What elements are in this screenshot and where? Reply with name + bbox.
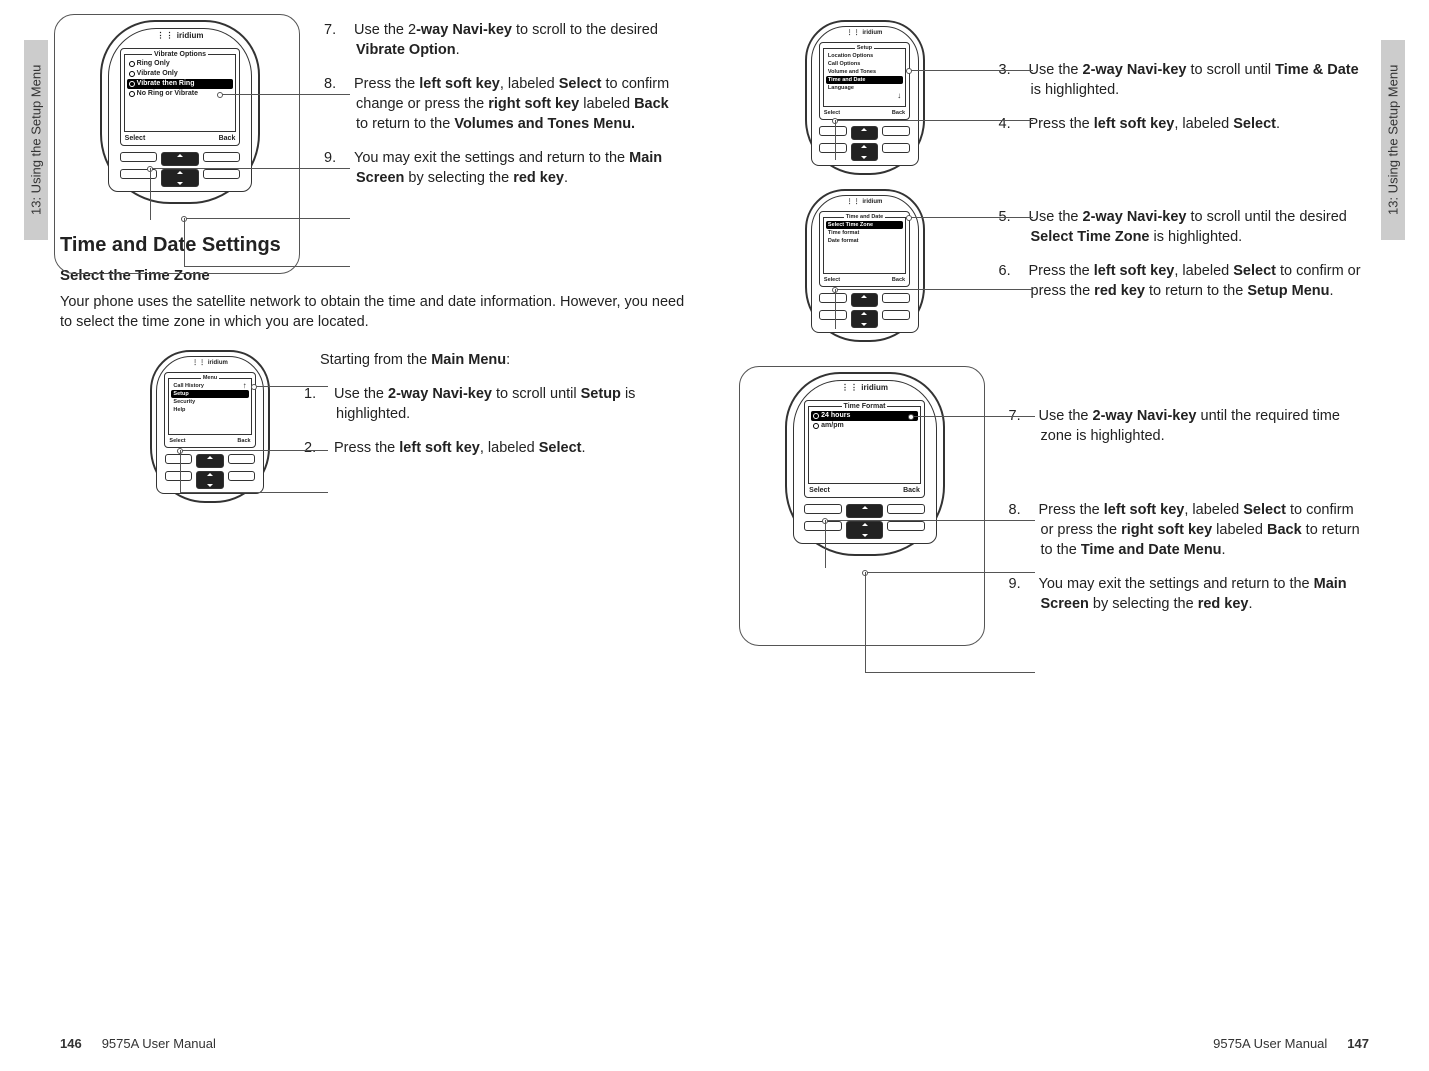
softkey-right: Back (892, 277, 905, 283)
menu-item-selected: Select Time Zone (826, 221, 903, 229)
softkey-right: Back (219, 135, 236, 142)
step-8: 8.Press the left soft key, labeled Selec… (340, 74, 685, 134)
menu-item: Security (171, 398, 248, 406)
left-page: 13: Using the Setup Menu ⋮⋮ iridium Vibr… (60, 20, 685, 990)
menu-item: No Ring or Vibrate (127, 89, 234, 99)
body-paragraph: Your phone uses the satellite network to… (60, 292, 685, 332)
softkey-left: Select (824, 110, 840, 116)
softkey-left: Select (824, 277, 840, 283)
step-9: 9.You may exit the settings and return t… (1025, 574, 1370, 614)
page-number-left: 146 (60, 1036, 82, 1051)
menu-item: Call History↑ (171, 382, 248, 390)
step-1: 1.Use the 2-way Navi-key to scroll until… (320, 384, 685, 424)
softkey-right: Back (903, 487, 920, 494)
softkey-left: Select (125, 135, 146, 142)
screen-title: Setup (855, 45, 874, 51)
step-2: 2.Press the left soft key, labeled Selec… (320, 438, 685, 458)
screen-title: Vibrate Options (152, 51, 208, 58)
subsection-heading: Select the Time Zone (60, 267, 685, 284)
softkey-right: Back (237, 438, 250, 444)
chapter-tab-right: 13: Using the Setup Menu (1381, 40, 1405, 240)
screen-title: Time Format (842, 403, 888, 410)
softkey-left: Select (169, 438, 185, 444)
phone-diagram-time-format: ⋮⋮ iridium Time Format 24 hours am/pm Se… (785, 372, 945, 556)
keypad (120, 152, 241, 187)
right-page: 13: Using the Setup Menu ⋮⋮ iridium Setu… (745, 20, 1370, 990)
menu-item: Vibrate Only (127, 69, 234, 79)
screen-title: Time and Date (844, 214, 886, 220)
step-6: 6.Press the left soft key, labeled Selec… (1015, 261, 1370, 301)
brand-text: ⋮⋮ iridium (109, 29, 251, 40)
manual-title: 9575A User Manual (102, 1036, 216, 1051)
brand-text: ⋮⋮ iridium (157, 357, 263, 366)
scroll-arrow: ↓ (826, 92, 903, 100)
step-7: 7.Use the 2-way Navi-key to scroll to th… (340, 20, 685, 60)
menu-item: Date format (826, 237, 903, 245)
instruction-list: 5.Use the 2-way Navi-key to scroll until… (1015, 189, 1370, 315)
section-heading: Time and Date Settings (60, 234, 685, 257)
menu-item: Help (171, 406, 248, 414)
menu-item: am/pm (811, 421, 918, 431)
menu-item: Call Options (826, 60, 903, 68)
manual-title: 9575A User Manual (1213, 1036, 1327, 1051)
step-8: 8.Press the left soft key, labeled Selec… (1025, 500, 1370, 560)
menu-item: Volume and Tones (826, 68, 903, 76)
instruction-list: 3.Use the 2-way Navi-key to scroll until… (1015, 20, 1370, 148)
menu-item: Ring Only (127, 59, 234, 69)
step-9: 9.You may exit the settings and return t… (340, 148, 685, 188)
instruction-list: 7.Use the 2-way Navi-key to scroll to th… (340, 20, 685, 202)
step-4: 4.Press the left soft key, labeled Selec… (1015, 114, 1370, 134)
step-5: 5.Use the 2-way Navi-key to scroll until… (1015, 207, 1370, 247)
step-7: 7.Use the 2-way Navi-key until the requi… (1025, 406, 1370, 446)
menu-item: Time format (826, 229, 903, 237)
phone-diagram-menu: ⋮⋮ iridium Menu Call History↑ Setup Secu… (150, 350, 270, 503)
menu-item: Language (826, 84, 903, 92)
chapter-tab-left: 13: Using the Setup Menu (24, 40, 48, 240)
screen-title: Menu (201, 375, 219, 381)
menu-item-selected: 24 hours (811, 411, 918, 421)
page-spread: 13: Using the Setup Menu ⋮⋮ iridium Vibr… (0, 0, 1429, 990)
page-number-right: 147 (1347, 1036, 1369, 1051)
softkey-right: Back (892, 110, 905, 116)
intro-line: Starting from the Main Menu: (320, 350, 685, 370)
softkey-left: Select (809, 487, 830, 494)
phone-diagram-vibrate: ⋮⋮ iridium Vibrate Options Ring Only Vib… (100, 20, 260, 204)
menu-item: Location Options (826, 52, 903, 60)
page-footer: 146 9575A User Manual 9575A User Manual … (60, 1036, 1369, 1051)
phone-diagram-setup: ⋮⋮ iridium Setup Location Options Call O… (805, 20, 925, 175)
instruction-list: Starting from the Main Menu: 1.Use the 2… (320, 350, 685, 472)
menu-item-selected: Vibrate then Ring (127, 79, 234, 89)
menu-item-selected: Setup (171, 390, 248, 398)
menu-item-selected: Time and Date (826, 76, 903, 84)
phone-diagram-time-date: ⋮⋮ iridium Time and Date Select Time Zon… (805, 189, 925, 342)
instruction-list: 7.Use the 2-way Navi-key until the requi… (1025, 372, 1370, 628)
step-3: 3.Use the 2-way Navi-key to scroll until… (1015, 60, 1370, 100)
